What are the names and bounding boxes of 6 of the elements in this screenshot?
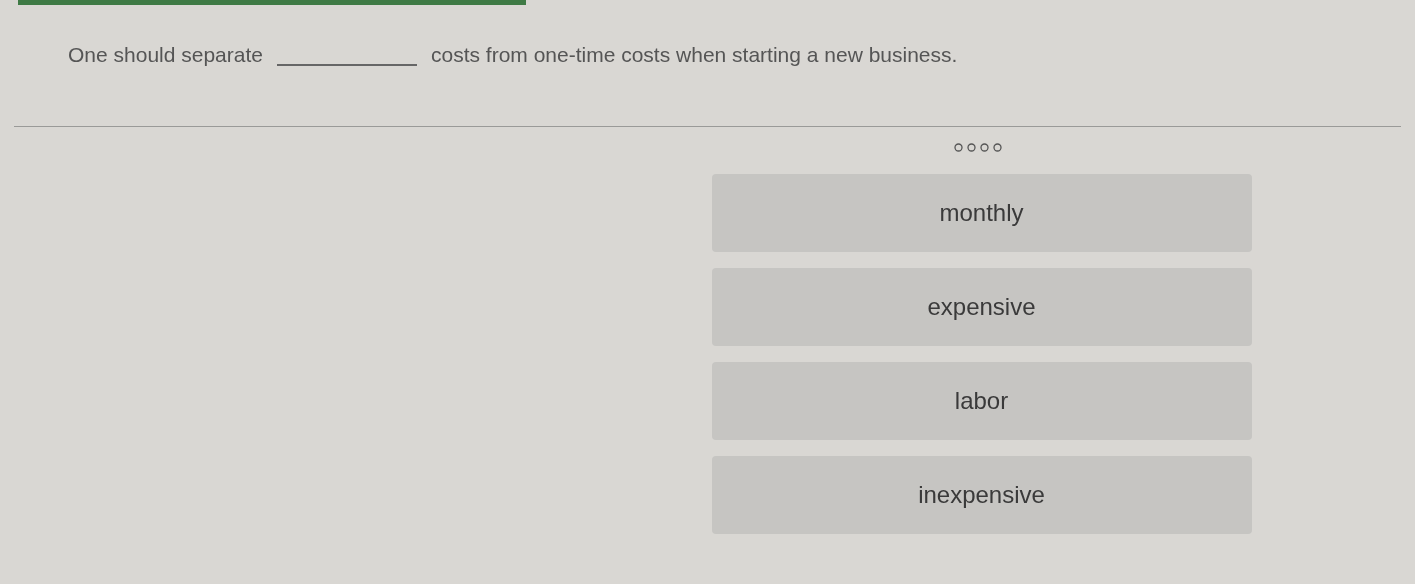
answer-option[interactable]: monthly <box>711 174 1252 252</box>
answer-option[interactable]: inexpensive <box>711 456 1252 534</box>
answer-option[interactable]: expensive <box>711 268 1252 346</box>
question-text: costs from one-time costs when starting a new business. <box>430 41 958 68</box>
answer-option[interactable]: labor <box>711 362 1252 440</box>
question-text: One should separate <box>68 41 263 68</box>
